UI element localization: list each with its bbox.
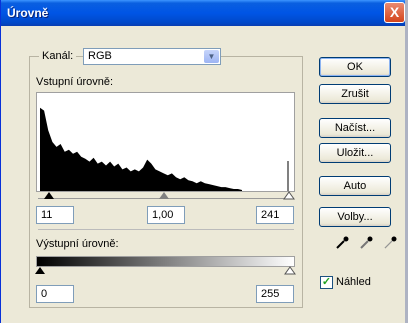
save-button[interactable]: Uložit... bbox=[319, 143, 391, 163]
auto-button[interactable]: Auto bbox=[319, 176, 391, 196]
options-button[interactable]: Volby... bbox=[319, 207, 391, 227]
close-button[interactable]: X bbox=[384, 2, 405, 23]
channel-select[interactable]: RGB ▼ bbox=[83, 48, 221, 65]
output-gradient-bar bbox=[36, 256, 295, 267]
input-levels-label: Vstupní úrovně: bbox=[36, 76, 114, 88]
gray-eyedropper-icon[interactable] bbox=[359, 236, 373, 250]
window-title: Úrovně bbox=[7, 6, 49, 20]
black-eyedropper-icon[interactable] bbox=[335, 236, 349, 250]
input-gamma-slider[interactable] bbox=[158, 191, 170, 200]
output-black-field[interactable]: 0 bbox=[36, 285, 74, 303]
histogram-shape bbox=[40, 107, 242, 191]
input-black-slider[interactable] bbox=[43, 191, 55, 200]
separator-line bbox=[38, 229, 294, 230]
input-gamma-field[interactable]: 1,00 bbox=[147, 206, 185, 224]
input-white-slider[interactable] bbox=[283, 191, 295, 200]
title-bar[interactable]: Úrovně X bbox=[1, 0, 405, 26]
channel-label: Kanál: bbox=[39, 50, 77, 62]
output-levels-label: Výstupní úrovně: bbox=[36, 238, 119, 250]
channel-select-value: RGB bbox=[88, 50, 112, 62]
histogram-graph bbox=[40, 107, 289, 191]
chevron-down-icon[interactable]: ▼ bbox=[204, 50, 219, 63]
close-icon: X bbox=[389, 4, 400, 20]
load-button[interactable]: Načíst... bbox=[319, 118, 391, 138]
input-black-field[interactable]: 11 bbox=[36, 206, 74, 224]
ok-button[interactable]: OK bbox=[319, 57, 391, 77]
histogram bbox=[36, 92, 295, 192]
preview-label: Náhled bbox=[336, 276, 371, 288]
output-black-slider[interactable] bbox=[34, 266, 46, 275]
input-white-field[interactable]: 241 bbox=[256, 206, 294, 224]
white-eyedropper-icon[interactable] bbox=[383, 236, 397, 250]
output-white-field[interactable]: 255 bbox=[256, 285, 294, 303]
checkmark-icon: ✓ bbox=[321, 276, 332, 288]
output-white-slider[interactable] bbox=[284, 266, 296, 275]
preview-checkbox[interactable]: ✓ bbox=[320, 276, 333, 289]
levels-dialog: Úrovně X Kanál: RGB ▼ Vstupní úrovně: 11… bbox=[0, 0, 405, 323]
cancel-button[interactable]: Zrušit bbox=[319, 84, 391, 104]
